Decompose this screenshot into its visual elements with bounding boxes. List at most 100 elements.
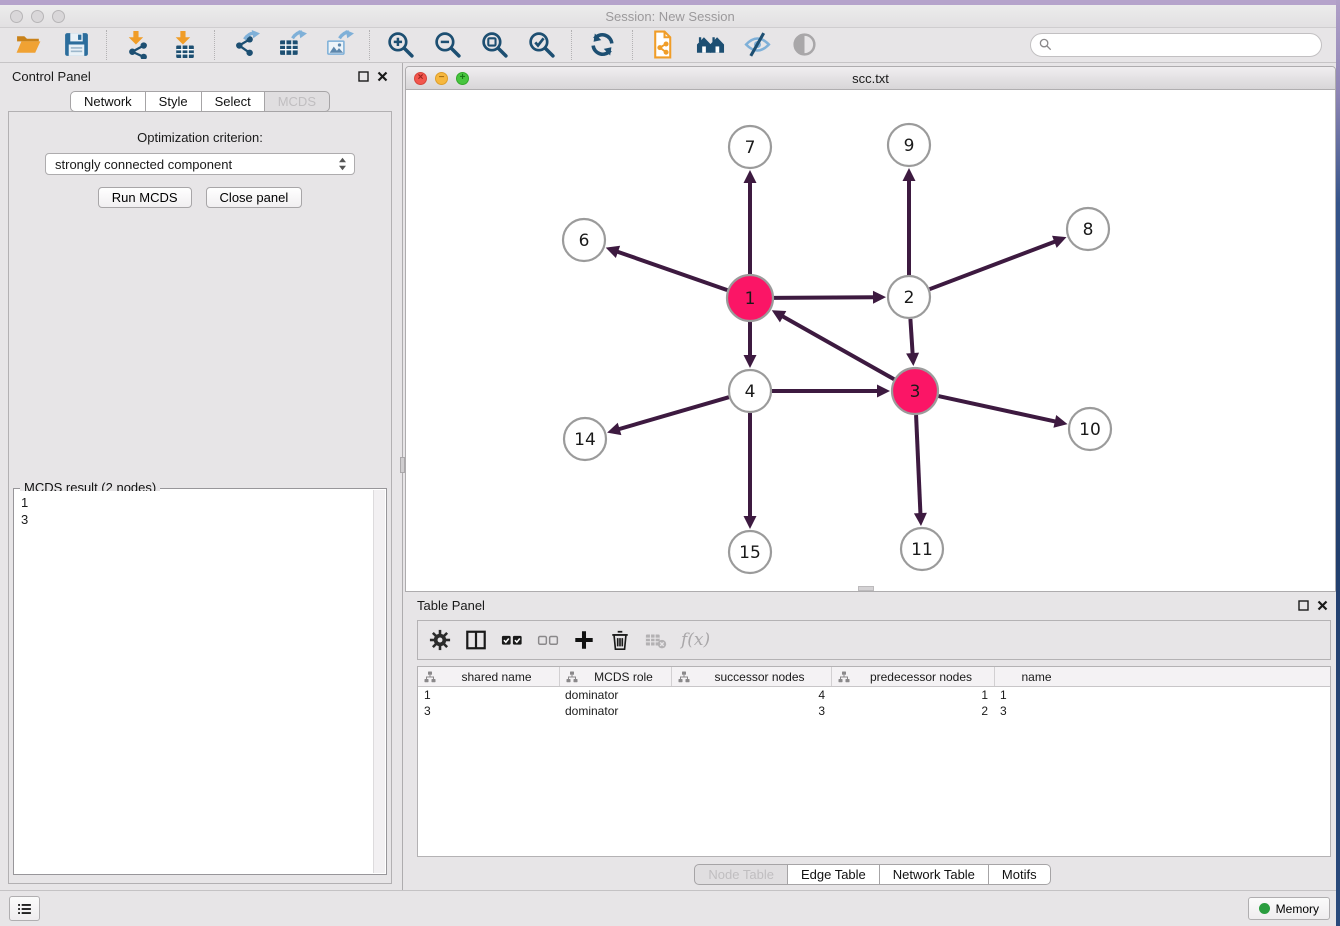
network-canvas[interactable]: 7968124314101511 xyxy=(406,90,1335,591)
graph-edge-1-2[interactable] xyxy=(774,297,875,298)
graph-edge-3-1[interactable] xyxy=(781,316,894,380)
cell-name: 1 xyxy=(994,687,1078,704)
table-toolbar: f(x) xyxy=(417,620,1331,660)
tab-node-table[interactable]: Node Table xyxy=(694,864,788,885)
hide-selected-icon xyxy=(743,30,772,59)
save-session-button[interactable] xyxy=(60,28,93,61)
tab-mcds[interactable]: MCDS xyxy=(265,91,330,112)
float-table-panel-icon[interactable] xyxy=(1298,600,1309,611)
hide-selected-button[interactable] xyxy=(741,28,774,61)
close-panel-button[interactable]: Close panel xyxy=(206,187,303,208)
column-sort-icon xyxy=(566,671,578,683)
network-minimize-button[interactable]: − xyxy=(435,72,448,85)
graph-edge-3-11[interactable] xyxy=(916,415,920,515)
graph-arrowhead-4-15 xyxy=(744,516,757,529)
toolbar-separator xyxy=(369,30,371,60)
search-input[interactable] xyxy=(1057,36,1313,53)
select-all-button[interactable] xyxy=(501,629,523,651)
import-network-button[interactable] xyxy=(121,28,154,61)
tab-select[interactable]: Select xyxy=(202,91,265,112)
tab-edge-table[interactable]: Edge Table xyxy=(788,864,880,885)
result-line: 3 xyxy=(21,511,367,528)
column-header-name[interactable]: name xyxy=(994,667,1078,687)
column-header-filler xyxy=(1078,667,1330,687)
network-window-title: scc.txt xyxy=(406,71,1335,86)
cell-mcds-role: dominator xyxy=(559,687,671,704)
graph-arrowhead-1-2 xyxy=(873,291,886,304)
result-scrollbar[interactable] xyxy=(373,490,385,873)
memory-button[interactable]: Memory xyxy=(1248,897,1330,920)
tab-style[interactable]: Style xyxy=(146,91,202,112)
table-row[interactable]: 3dominator323 xyxy=(418,703,1330,719)
zoom-in-button[interactable] xyxy=(384,28,417,61)
tab-motifs[interactable]: Motifs xyxy=(989,864,1051,885)
close-table-panel-icon[interactable] xyxy=(1317,600,1328,611)
graph-edge-2-3[interactable] xyxy=(910,319,912,355)
network-window-titlebar: × − + scc.txt xyxy=(406,67,1335,90)
copy-network-button[interactable] xyxy=(647,28,680,61)
table-row[interactable]: 1dominator411 xyxy=(418,687,1330,704)
column-header-predecessor-nodes[interactable]: predecessor nodes xyxy=(831,667,994,687)
column-sort-icon xyxy=(678,671,690,683)
graph-node-label-10: 10 xyxy=(1079,420,1101,440)
app-title: Session: New Session xyxy=(0,9,1340,24)
export-table-button[interactable] xyxy=(276,28,309,61)
column-label: MCDS role xyxy=(580,670,667,684)
control-panel-header: Control Panel xyxy=(0,63,400,89)
refresh-view-button[interactable] xyxy=(586,28,619,61)
import-table-button[interactable] xyxy=(168,28,201,61)
network-zoom-button[interactable]: + xyxy=(456,72,469,85)
node-table-container: shared name MCDS role successor nodesprede… xyxy=(417,666,1331,857)
toolbar-separator xyxy=(214,30,216,60)
show-all-icon xyxy=(790,30,819,59)
settings-gear-button[interactable] xyxy=(429,629,451,651)
table-panel-title: Table Panel xyxy=(417,598,1298,613)
deselect-all-button[interactable] xyxy=(537,629,559,651)
mcds-buttons: Run MCDS Close panel xyxy=(9,187,391,208)
optimization-criterion-label: Optimization criterion: xyxy=(9,130,391,145)
zoom-fit-button[interactable] xyxy=(478,28,511,61)
graph-edge-2-8[interactable] xyxy=(930,241,1057,289)
zoom-selected-button[interactable] xyxy=(525,28,558,61)
first-neighbors-icon xyxy=(696,30,725,59)
column-header-mcds-role[interactable]: MCDS role xyxy=(559,667,671,687)
graph-arrowhead-2-9 xyxy=(903,168,916,181)
column-header-shared-name[interactable]: shared name xyxy=(418,667,559,687)
canvas-resize-grip[interactable] xyxy=(858,586,874,591)
table-header-row: shared name MCDS role successor nodesprede… xyxy=(418,667,1330,687)
network-close-button[interactable]: × xyxy=(414,72,427,85)
export-network-button[interactable] xyxy=(229,28,262,61)
column-header-successor-nodes[interactable]: successor nodes xyxy=(671,667,831,687)
criterion-select-value: strongly connected component xyxy=(55,157,336,172)
export-image-button[interactable] xyxy=(323,28,356,61)
task-history-button[interactable] xyxy=(9,896,40,921)
splitter-grip[interactable] xyxy=(400,457,405,473)
node-table: shared name MCDS role successor nodesprede… xyxy=(418,667,1330,719)
graph-node-label-2: 2 xyxy=(904,288,915,308)
criterion-select[interactable]: strongly connected component xyxy=(45,153,355,175)
column-layout-button[interactable] xyxy=(465,629,487,651)
float-panel-icon[interactable] xyxy=(358,71,369,82)
cell-predecessor-nodes: 1 xyxy=(831,687,994,704)
desktop-edge-top xyxy=(0,0,1340,5)
graph-edge-4-14[interactable] xyxy=(618,397,729,429)
graph-arrowhead-1-7 xyxy=(744,170,757,183)
close-panel-icon[interactable] xyxy=(377,71,388,82)
delete-table-button xyxy=(645,629,667,651)
delete-row-button[interactable] xyxy=(609,629,631,651)
search-field[interactable] xyxy=(1030,33,1322,57)
first-neighbors-button[interactable] xyxy=(694,28,727,61)
run-mcds-button[interactable]: Run MCDS xyxy=(98,187,192,208)
tab-network-table[interactable]: Network Table xyxy=(880,864,989,885)
delete-table-icon xyxy=(645,629,667,651)
cell-mcds-role: dominator xyxy=(559,703,671,719)
add-row-button[interactable] xyxy=(573,629,595,651)
graph-edge-1-6[interactable] xyxy=(616,251,727,290)
zoom-out-button[interactable] xyxy=(431,28,464,61)
graph-edge-3-10[interactable] xyxy=(938,396,1056,422)
result-line: 1 xyxy=(21,494,367,511)
import-network-icon xyxy=(123,30,152,59)
toolbar-separator xyxy=(632,30,634,60)
tab-network[interactable]: Network xyxy=(70,91,146,112)
open-session-button[interactable] xyxy=(13,28,46,61)
